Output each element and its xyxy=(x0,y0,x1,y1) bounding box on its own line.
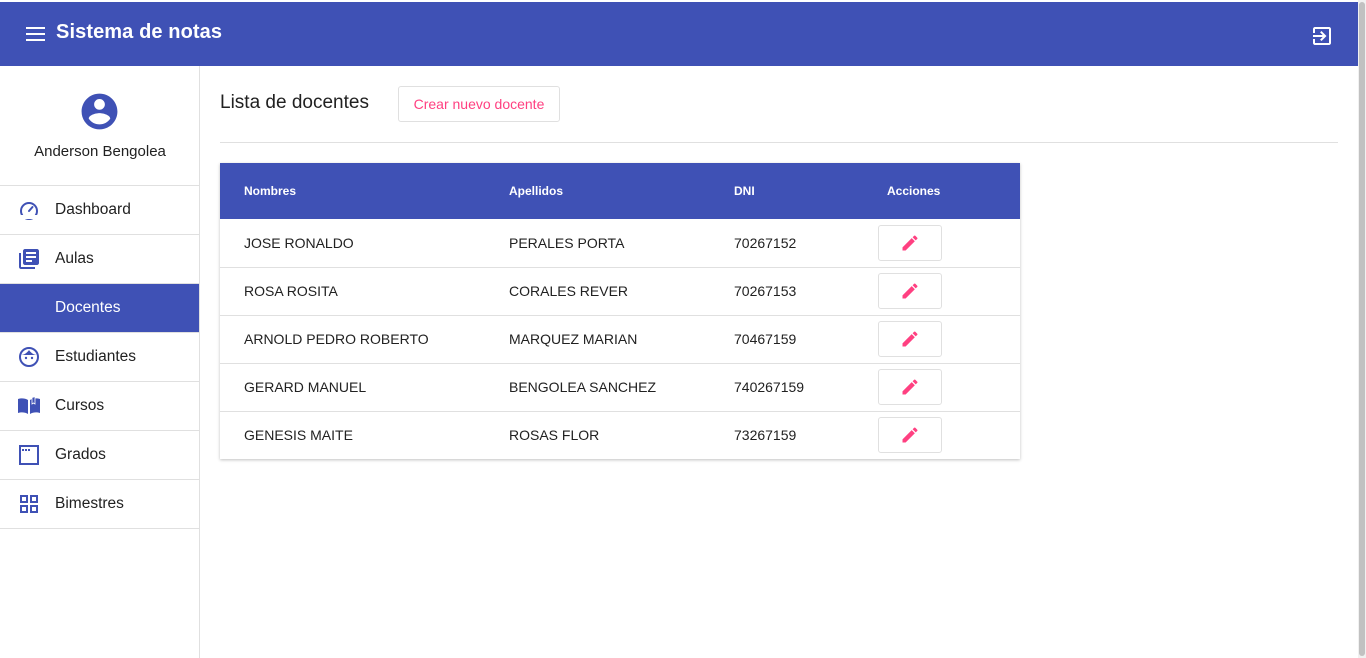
menu-icon[interactable] xyxy=(26,27,46,41)
sidebar-item-label: Grados xyxy=(55,446,106,463)
sidebar-item-estudiantes[interactable]: Estudiantes xyxy=(0,333,199,382)
cell-acciones xyxy=(871,267,1020,315)
table-row: ARNOLD PEDRO ROBERTO MARQUEZ MARIAN 7046… xyxy=(220,315,1020,363)
column-header-nombres[interactable]: Nombres xyxy=(220,163,509,219)
sidebar-item-label: Cursos xyxy=(55,397,105,414)
cell-dni: 70267153 xyxy=(734,283,797,299)
pencil-icon xyxy=(902,379,918,395)
sidebar-item-aulas[interactable]: Aulas xyxy=(0,235,199,284)
cell-dni: 73267159 xyxy=(734,427,797,444)
sidebar-item-label: Docentes xyxy=(55,299,121,316)
pencil-icon xyxy=(902,427,918,443)
face-icon xyxy=(17,345,41,369)
edit-button[interactable] xyxy=(878,369,942,405)
sidebar-item-grados[interactable]: Grados xyxy=(0,431,199,480)
create-docente-button[interactable]: Crear nuevo docente xyxy=(398,86,560,122)
cell-apellidos: CORALES REVER xyxy=(509,283,629,299)
scrollbar[interactable] xyxy=(1358,0,1366,658)
logout-icon[interactable] xyxy=(1310,24,1334,48)
sidebar-item-label: Bimestres xyxy=(55,495,124,512)
cell-apellidos: BENGOLEA SANCHEZ xyxy=(509,379,657,395)
cell-dni: 70267152 xyxy=(734,234,797,251)
book-open-icon xyxy=(17,394,41,418)
column-header-dni[interactable]: DNI xyxy=(734,163,871,219)
docentes-table: Nombres Apellidos DNI Acciones JOSE RONA… xyxy=(220,163,1020,459)
pencil-icon xyxy=(902,283,918,299)
cell-nombres: GERARD MANUEL xyxy=(244,379,367,395)
edit-button[interactable] xyxy=(878,224,942,261)
grid-icon xyxy=(17,492,41,516)
cell-dni: 70467159 xyxy=(734,331,797,347)
sidebar-item-label: Estudiantes xyxy=(55,348,136,365)
account-circle-icon xyxy=(78,90,121,133)
user-name: Anderson Bengolea xyxy=(34,143,166,160)
column-header-acciones: Acciones xyxy=(887,184,941,198)
sidebar-item-dashboard[interactable]: Dashboard xyxy=(0,186,199,235)
window-icon xyxy=(17,443,41,467)
pencil-icon xyxy=(902,235,918,251)
sidebar-item-cursos[interactable]: Cursos xyxy=(0,382,199,431)
table-row: GENESIS MAITE ROSAS FLOR 73267159 xyxy=(220,411,1020,459)
cell-acciones xyxy=(871,363,1020,411)
sidebar-item-label: Aulas xyxy=(55,250,94,267)
table-row: JOSE RONALDO PERALES PORTA 70267152 xyxy=(220,219,1020,267)
cell-apellidos: PERALES PORTA xyxy=(509,234,625,251)
edit-button[interactable] xyxy=(878,417,942,454)
cell-acciones xyxy=(871,411,1020,459)
cell-nombres: JOSE RONALDO xyxy=(244,234,354,251)
sidebar-item-label: Dashboard xyxy=(55,201,131,218)
cell-apellidos: ROSAS FLOR xyxy=(509,427,600,444)
scrollbar-thumb[interactable] xyxy=(1359,2,1365,656)
pencil-icon xyxy=(902,331,918,347)
edit-button[interactable] xyxy=(878,321,942,357)
app-title: Sistema de notas xyxy=(56,21,223,43)
divider xyxy=(220,142,1338,143)
table-row: ROSA ROSITA CORALES REVER 70267153 xyxy=(220,267,1020,315)
cell-nombres: GENESIS MAITE xyxy=(244,427,353,444)
sidebar-item-docentes[interactable]: Docentes xyxy=(0,284,199,333)
cell-dni: 740267159 xyxy=(734,379,805,395)
app-header: Sistema de notas xyxy=(0,2,1358,66)
sidebar: Anderson Bengolea Dashboard Aulas Docent… xyxy=(0,66,200,658)
cell-nombres: ARNOLD PEDRO ROBERTO xyxy=(244,331,429,347)
cell-nombres: ROSA ROSITA xyxy=(244,283,338,299)
speedometer-icon xyxy=(17,198,41,222)
library-books-icon xyxy=(17,247,41,271)
cell-acciones xyxy=(871,315,1020,363)
column-header-apellidos[interactable]: Apellidos xyxy=(509,163,734,219)
user-profile: Anderson Bengolea xyxy=(0,66,199,186)
sidebar-item-bimestres[interactable]: Bimestres xyxy=(0,480,199,529)
table-row: GERARD MANUEL BENGOLEA SANCHEZ 740267159 xyxy=(220,363,1020,411)
cell-apellidos: MARQUEZ MARIAN xyxy=(509,331,638,347)
page-title: Lista de docentes xyxy=(220,92,369,113)
edit-button[interactable] xyxy=(878,273,942,309)
table-header-row: Nombres Apellidos DNI Acciones xyxy=(220,163,1020,219)
cell-acciones xyxy=(871,219,1020,267)
